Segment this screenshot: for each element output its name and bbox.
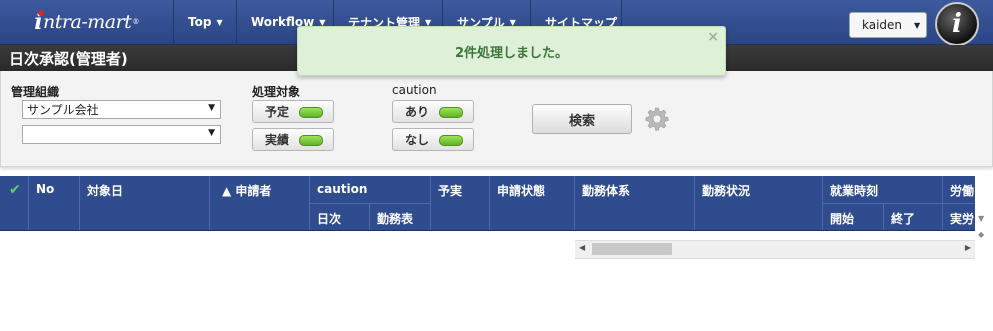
column-plan-actual[interactable]: 予実 xyxy=(431,176,490,230)
select-all-checkbox[interactable]: ✔ xyxy=(0,176,29,230)
user-menu-button[interactable]: kaiden ▼ xyxy=(849,12,927,38)
intra-mart-badge-icon[interactable]: i xyxy=(935,2,979,46)
success-notification: 2件処理しました。 × xyxy=(297,26,726,76)
org-select[interactable]: サンプル会社 ▼ xyxy=(22,100,221,119)
column-caution-sheet[interactable]: 勤務表 xyxy=(370,203,431,230)
toggle-actual[interactable]: 実績 xyxy=(252,128,334,151)
toggle-on-indicator xyxy=(439,135,463,146)
target-label: 処理対象 xyxy=(252,85,301,99)
gear-icon[interactable] xyxy=(645,107,669,131)
results-grid-header: ✔ No 対象日 ▲ 申請者 caution 日次 勤務表 予実 申請状態 勤務… xyxy=(0,176,975,231)
close-icon[interactable]: × xyxy=(707,29,719,45)
column-date[interactable]: 対象日 xyxy=(80,176,210,230)
column-caution[interactable]: caution xyxy=(310,176,431,203)
scroll-down-arrow-icon[interactable]: ▼ xyxy=(978,214,984,223)
scroll-thumb[interactable] xyxy=(592,243,672,255)
registered-mark: ® xyxy=(132,18,139,26)
search-button[interactable]: 検索 xyxy=(532,104,632,134)
org-label: 管理組織 xyxy=(11,85,60,99)
caret-down-icon: ▼ xyxy=(216,17,223,27)
toggle-plan[interactable]: 予定 xyxy=(252,100,334,123)
org-select-secondary[interactable]: ▼ xyxy=(22,125,221,144)
intra-mart-logo[interactable]: iintra-martntra-mart® xyxy=(0,0,173,44)
column-caution-daily[interactable]: 日次 xyxy=(310,203,370,230)
column-end[interactable]: 終了 xyxy=(884,203,943,230)
column-actual-labor[interactable]: 実労 xyxy=(943,203,975,230)
column-status[interactable]: 申請状態 xyxy=(490,176,575,230)
column-start[interactable]: 開始 xyxy=(823,203,884,230)
notification-message: 2件処理しました。 xyxy=(454,45,569,61)
horizontal-scrollbar[interactable]: ◀ ▶ xyxy=(575,240,975,259)
check-icon: ✔ xyxy=(9,182,21,198)
vertical-scrollbar[interactable]: ▼ ◆ xyxy=(977,176,987,242)
dropdown-arrow-icon: ▼ xyxy=(208,128,215,138)
column-work-system[interactable]: 勤務体系 xyxy=(575,176,695,230)
column-labor[interactable]: 労働 xyxy=(943,176,975,203)
toggle-caution-yes[interactable]: あり xyxy=(392,100,474,123)
toggle-on-indicator xyxy=(299,135,323,146)
column-work-time[interactable]: 就業時刻 xyxy=(823,176,943,203)
column-work-status[interactable]: 勤務状況 xyxy=(695,176,823,230)
toggle-on-indicator xyxy=(299,107,323,118)
toggle-on-indicator xyxy=(439,107,463,118)
nav-item-top[interactable]: Top ▼ xyxy=(173,0,236,44)
toggle-caution-no[interactable]: なし xyxy=(392,128,474,151)
column-no[interactable]: No xyxy=(29,176,80,230)
scroll-right-arrow-icon[interactable]: ▶ xyxy=(965,243,971,252)
scroll-diamond-icon: ◆ xyxy=(978,230,985,239)
caution-label: caution xyxy=(392,83,437,97)
page-title: 日次承認(管理者) xyxy=(9,49,128,68)
dropdown-arrow-icon: ▼ xyxy=(208,103,215,113)
caret-down-icon: ▼ xyxy=(914,20,921,30)
scroll-left-arrow-icon[interactable]: ◀ xyxy=(579,243,585,252)
search-panel: 管理組織 サンプル会社 ▼ ▼ 処理対象 予定 実績 caution あり なし… xyxy=(0,71,993,167)
column-applicant[interactable]: ▲ 申請者 xyxy=(210,176,310,230)
